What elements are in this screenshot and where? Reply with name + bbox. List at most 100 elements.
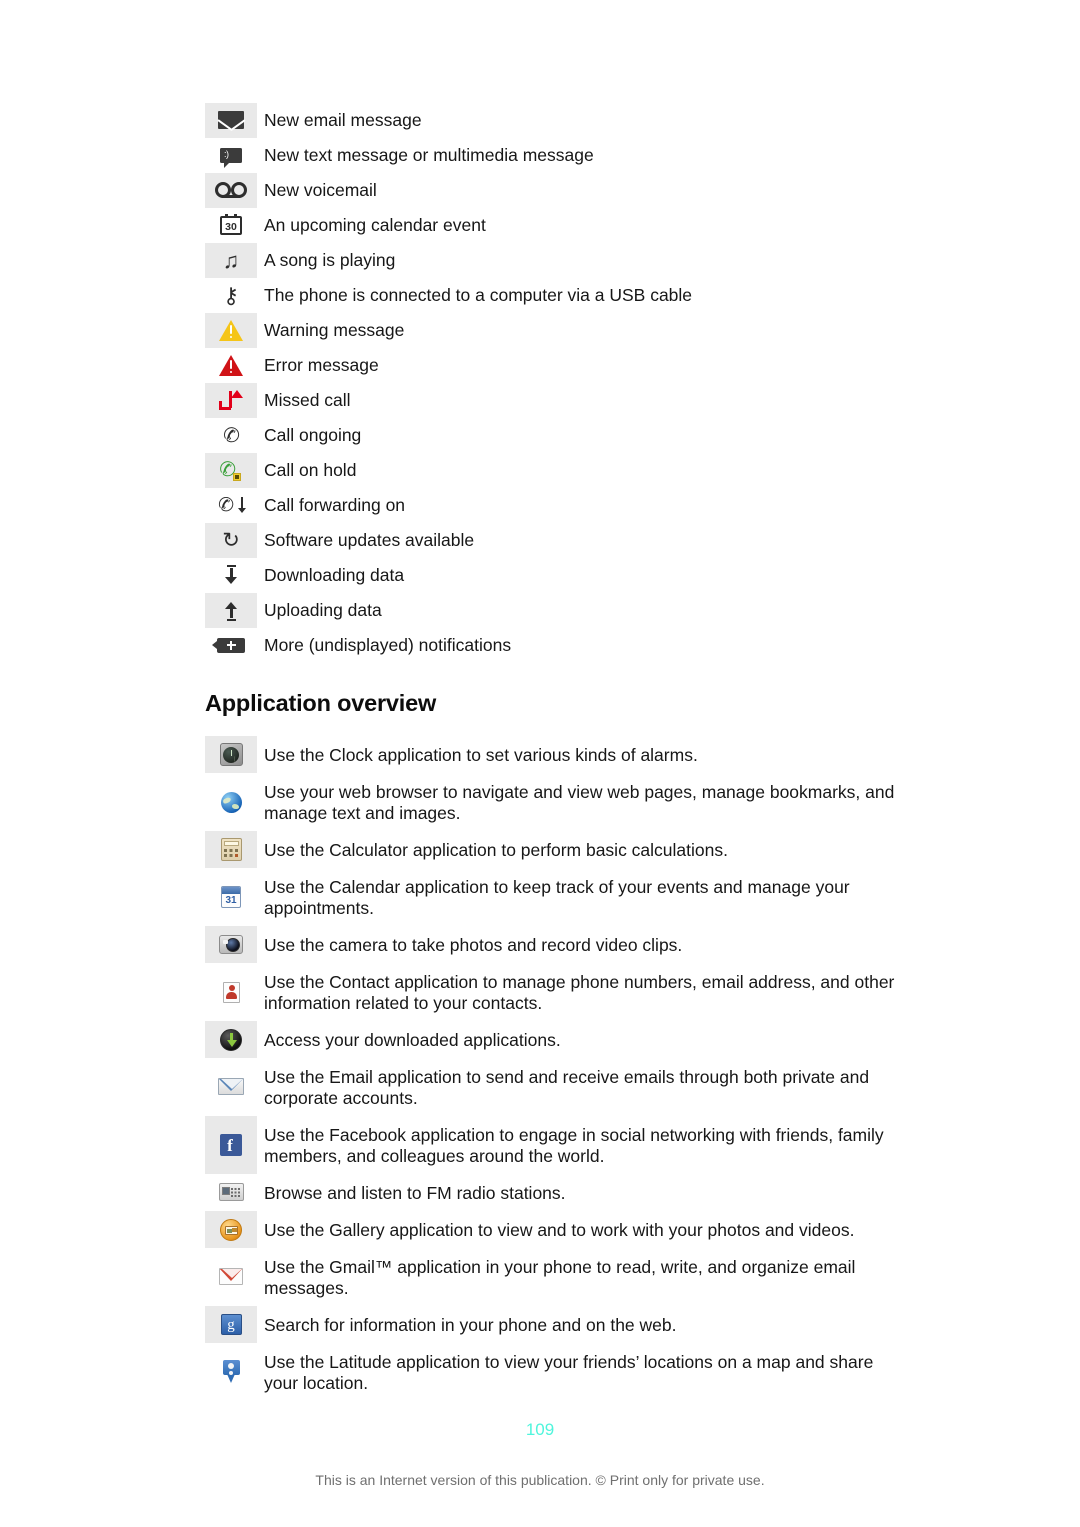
warning-triangle-icon (205, 313, 257, 348)
calendar-day-number: 30 (220, 214, 242, 235)
notification-label: New text message or multimedia message (257, 138, 905, 173)
app-description: Browse and listen to FM radio stations. (257, 1174, 905, 1211)
table-row: Use the Gallery application to view and … (205, 1211, 905, 1248)
table-row: Use the Calculator application to perfor… (205, 831, 905, 868)
table-row: g Search for information in your phone a… (205, 1306, 905, 1343)
app-description: Use the Email application to send and re… (257, 1058, 905, 1116)
facebook-letter: f (227, 1136, 233, 1155)
google-search-app-icon: g (205, 1306, 257, 1343)
page-number: 109 (525, 1420, 555, 1439)
table-row: f Use the Facebook application to engage… (205, 1116, 905, 1174)
clock-app-icon (205, 736, 257, 773)
table-row: 31 Use the Calendar application to keep … (205, 868, 905, 926)
table-row: Error message (205, 348, 905, 383)
latitude-app-icon (205, 1343, 257, 1401)
table-row: ✆ Call forwarding on (205, 488, 905, 523)
notification-label: Warning message (257, 313, 905, 348)
notification-label: New voicemail (257, 173, 905, 208)
email-app-icon (205, 1058, 257, 1116)
table-row: Missed call (205, 383, 905, 418)
notification-label: Missed call (257, 383, 905, 418)
table-row: Browse and listen to FM radio stations. (205, 1174, 905, 1211)
table-row: ✆ Call on hold (205, 453, 905, 488)
table-row: ✆ Call ongoing (205, 418, 905, 453)
notification-label: An upcoming calendar event (257, 208, 905, 243)
phone-glyph-fwd: ✆ (216, 493, 236, 518)
notification-label: Downloading data (257, 558, 905, 593)
application-overview-table: Use the Clock application to set various… (205, 736, 905, 1401)
app-description: Use the Calendar application to keep tra… (257, 868, 905, 926)
browser-app-icon (205, 773, 257, 831)
envelope-icon (205, 103, 257, 138)
music-note-glyph: ♫ (222, 247, 240, 273)
table-row: New voicemail (205, 173, 905, 208)
table-row: Use the Clock application to set various… (205, 736, 905, 773)
usb-glyph: ⚷ (222, 282, 240, 308)
sms-message-icon: :) (205, 138, 257, 173)
page-title: Application overview (205, 690, 437, 716)
calculator-app-icon (205, 831, 257, 868)
voicemail-icon (205, 173, 257, 208)
camera-app-icon (205, 926, 257, 963)
call-on-hold-icon: ✆ (205, 453, 257, 488)
notification-label: New email message (257, 103, 905, 138)
app-description: Use the Gmail™ application in your phone… (257, 1248, 905, 1306)
document-page: New email message :) New text message or… (0, 0, 1080, 1527)
facebook-app-icon: f (205, 1116, 257, 1174)
app-description: Use the Facebook application to engage i… (257, 1116, 905, 1174)
table-row: Use the Latitude application to view you… (205, 1343, 905, 1401)
calendar-day-number: 31 (221, 886, 241, 908)
table-row: Downloading data (205, 558, 905, 593)
contacts-app-icon (205, 963, 257, 1021)
calendar-app-icon: 31 (205, 868, 257, 926)
sync-update-icon: ↻ (205, 523, 257, 558)
table-row: ↻ Software updates available (205, 523, 905, 558)
gallery-app-icon (205, 1211, 257, 1248)
call-forwarding-icon: ✆ (205, 488, 257, 523)
notification-label: Call ongoing (257, 418, 905, 453)
download-arrow-icon (205, 558, 257, 593)
gmail-app-icon (205, 1248, 257, 1306)
notification-label: Software updates available (257, 523, 905, 558)
app-description: Use the Latitude application to view you… (257, 1343, 905, 1401)
notification-icons-table: New email message :) New text message or… (205, 103, 905, 663)
google-letter: g (220, 1314, 242, 1335)
footer-disclaimer: This is an Internet version of this publ… (315, 1472, 765, 1488)
phone-glyph: ✆ (221, 423, 241, 448)
error-triangle-icon (205, 348, 257, 383)
app-description: Use the camera to take photos and record… (257, 926, 905, 963)
table-row: Use the Contact application to manage ph… (205, 963, 905, 1021)
table-row: Use the Gmail™ application in your phone… (205, 1248, 905, 1306)
table-row: Warning message (205, 313, 905, 348)
table-row: New email message (205, 103, 905, 138)
notification-label: Call on hold (257, 453, 905, 488)
table-row: Use your web browser to navigate and vie… (205, 773, 905, 831)
notification-label: Error message (257, 348, 905, 383)
sync-glyph: ↻ (222, 529, 240, 552)
notification-label: The phone is connected to a computer via… (257, 278, 905, 313)
table-row: ⚷ The phone is connected to a computer v… (205, 278, 905, 313)
app-description: Access your downloaded applications. (257, 1021, 905, 1058)
table-row: Uploading data (205, 593, 905, 628)
fm-radio-app-icon (205, 1174, 257, 1211)
table-row: Use the Email application to send and re… (205, 1058, 905, 1116)
notification-label: Call forwarding on (257, 488, 905, 523)
phone-handset-icon: ✆ (205, 418, 257, 453)
upload-arrow-icon (205, 593, 257, 628)
usb-icon: ⚷ (205, 278, 257, 313)
table-row: Use the camera to take photos and record… (205, 926, 905, 963)
missed-call-icon (205, 383, 257, 418)
music-note-icon: ♫ (205, 243, 257, 278)
more-notifications-icon (205, 628, 257, 663)
app-description: Use your web browser to navigate and vie… (257, 773, 905, 831)
table-row: More (undisplayed) notifications (205, 628, 905, 663)
notification-label: Uploading data (257, 593, 905, 628)
downloads-app-icon (205, 1021, 257, 1058)
table-row: Access your downloaded applications. (205, 1021, 905, 1058)
calendar-event-icon: 30 (205, 208, 257, 243)
notification-label: A song is playing (257, 243, 905, 278)
table-row: 30 An upcoming calendar event (205, 208, 905, 243)
app-description: Search for information in your phone and… (257, 1306, 905, 1343)
table-row: :) New text message or multimedia messag… (205, 138, 905, 173)
notification-label: More (undisplayed) notifications (257, 628, 905, 663)
